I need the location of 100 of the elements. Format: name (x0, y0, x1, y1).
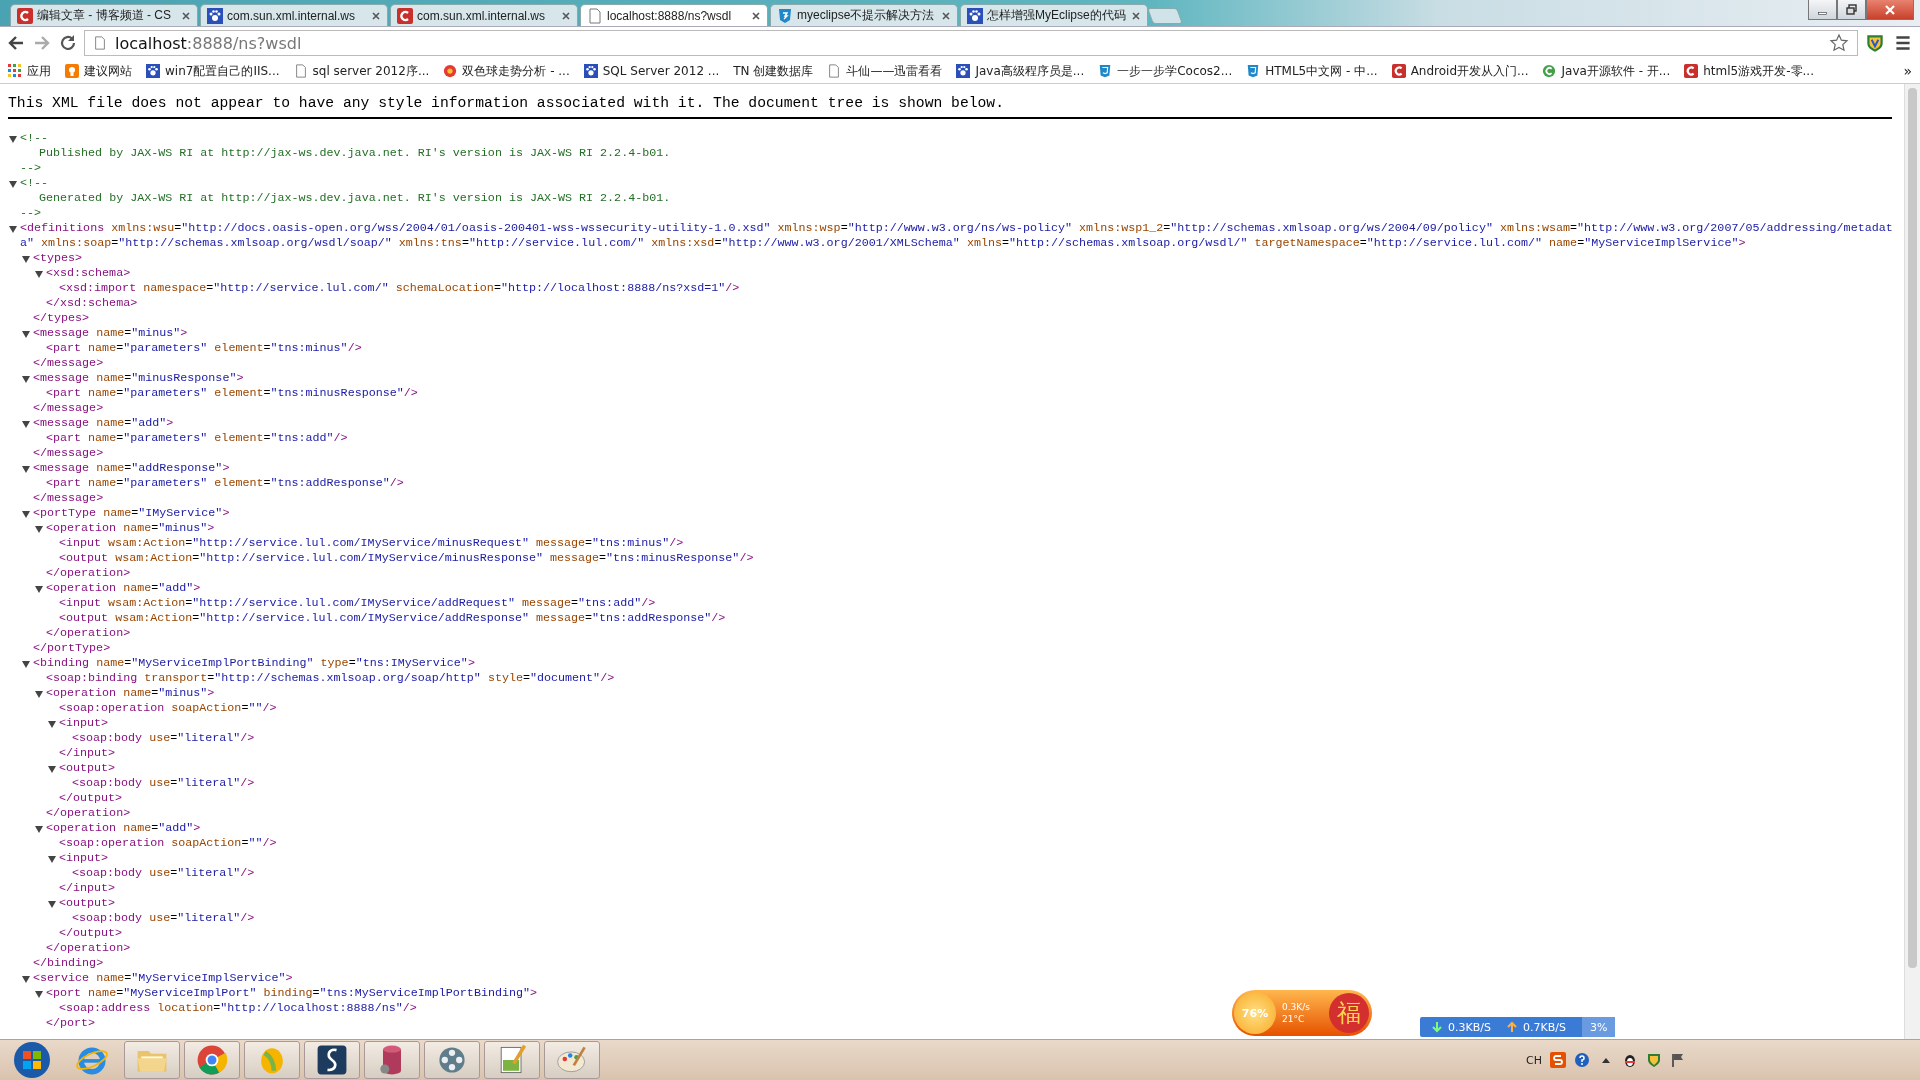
ball-icon (443, 64, 458, 78)
bookmark-item[interactable]: 一步一步学Cocos2... (1098, 62, 1233, 80)
address-bar[interactable]: localhost:8888/ns?wsdl (84, 30, 1858, 56)
xml-tag-line: <xsd:import namespace="http://service.lul.com/" schemaLocation="http://localhost:8888/ns?xsd=1"/> (59, 281, 740, 296)
notice-text: This XML file does not appear to have any style information associated with it. The document tree is shown below. (8, 94, 1005, 112)
browser-tab[interactable]: myeclipse不提示解决方法 (770, 4, 958, 26)
more-bookmarks-button[interactable]: » (1903, 63, 1912, 79)
paw-icon (956, 64, 971, 78)
close-icon[interactable] (1131, 10, 1141, 21)
xml-tag-line: </operation> (46, 626, 131, 641)
bookmark-item[interactable]: Android开发从入门... (1391, 62, 1529, 80)
bookmark-item[interactable]: SQL Server 2012 ... (583, 64, 720, 78)
browser-tab[interactable]: localhost:8888/ns?wsdl (580, 4, 768, 26)
minimize-button[interactable] (1808, 0, 1837, 20)
xml-tag-line: <message name="minusResponse"> (33, 371, 244, 386)
xml-tag-line: <port name="MyServiceImplPort" binding="tns:MyServiceImplPortBinding"> (46, 986, 537, 1001)
bookmark-item[interactable]: html5游戏开发-零... (1684, 62, 1814, 80)
bookmark-item[interactable]: Java开源软件 - 开... (1542, 62, 1671, 80)
xml-tag-line: </portType> (33, 641, 111, 656)
xml-tag-line: <output> (59, 761, 116, 776)
browser-tab[interactable]: 编辑文章 - 博客频道 - CS (10, 4, 198, 26)
language-indicator[interactable]: CH (1526, 1053, 1542, 1067)
xml-tag-line: <part name="parameters" element="tns:addResponse"/> (46, 476, 404, 491)
xml-tag-line: <input wsam:Action="http://service.lul.com/IMyService/addRequest" message="tns:add"/> (59, 596, 656, 611)
bookmark-item[interactable]: sql server 2012序... (293, 62, 430, 80)
close-icon[interactable] (941, 10, 951, 21)
bookmark-item[interactable]: win7配置自己的IIS... (146, 62, 280, 80)
browser-tab[interactable]: 怎样增强MyEclipse的代码 (960, 4, 1148, 26)
c-logo-icon (1684, 64, 1699, 78)
xml-tag-line: <xsd:schema> (46, 266, 131, 281)
restore-button[interactable] (1837, 0, 1866, 20)
close-icon[interactable] (561, 10, 571, 21)
taskbar-button[interactable] (364, 1041, 420, 1079)
comment-marker: <!-- (20, 176, 49, 191)
taskbar-button[interactable] (304, 1041, 360, 1079)
xml-tag-line: </output> (59, 926, 123, 941)
xml-tag-line: <message name="add"> (33, 416, 174, 431)
xml-tag-line: <service name="MyServiceImplService"> (33, 971, 293, 986)
restore-icon (1845, 3, 1858, 16)
xml-tag-line: </types> (33, 311, 90, 326)
xml-tag-line: <part name="parameters" element="tns:minusResponse"/> (46, 386, 418, 401)
bookmark-item[interactable]: 应用 (8, 62, 51, 80)
floating-widget[interactable]: 76% 0.3K/s 21°C 福 (1232, 990, 1372, 1036)
xml-tag-line: <input wsam:Action="http://service.lul.com/IMyService/minusRequest" message="tns:minus"/> (59, 536, 684, 551)
xml-tag-line: <soap:address location="http://localhost:8888/ns"/> (59, 1001, 417, 1016)
xml-tag-line: <operation name="minus"> (46, 686, 215, 701)
c-logo-icon (1391, 64, 1406, 78)
apps-grid-icon (8, 64, 22, 78)
star-icon[interactable] (1829, 33, 1849, 53)
xml-tag-line: </operation> (46, 566, 131, 581)
xml-tag-line: <types> (33, 251, 83, 266)
close-button[interactable] (1866, 0, 1914, 20)
xml-tag-line: </binding> (33, 956, 104, 971)
help-icon[interactable] (1574, 1052, 1590, 1068)
bookmark-item[interactable]: TN 创建数据库 (733, 62, 814, 80)
xml-tag-line: </input> (59, 746, 116, 761)
shield-icon[interactable] (1864, 32, 1886, 54)
flag-icon[interactable] (1670, 1052, 1686, 1068)
xml-tag-line: </operation> (46, 806, 131, 821)
xml-tag-line: </input> (59, 881, 116, 896)
bookmark-item[interactable]: 双色球走势分析 - ... (443, 62, 570, 80)
xml-tag-line: <soap:body use="literal"/> (72, 776, 255, 791)
html5-shield-icon (1098, 64, 1113, 78)
down-arrow-icon (1432, 1021, 1442, 1033)
xml-tag-line: </output> (59, 791, 123, 806)
url-text: localhost:8888/ns?wsdl (115, 33, 303, 53)
browser-tab[interactable]: com.sun.xml.internal.ws (390, 4, 578, 26)
browser-tab[interactable]: com.sun.xml.internal.ws (200, 4, 388, 26)
comment-text: Published by JAX-WS RI at http://jax-ws.dev.java.net. RI's version is JAX-WS RI 2.2.4-b01. (38, 146, 671, 161)
reload-icon[interactable] (58, 33, 78, 53)
comment-marker: --> (20, 206, 42, 221)
up-arrow-icon (1506, 1021, 1517, 1033)
network-monitor-bar[interactable]: 0.3KB/S 0.7KB/S 3% (1420, 1017, 1616, 1037)
bookmark-item[interactable]: HTML5中文网 - 中... (1246, 62, 1378, 80)
paw-icon (207, 7, 223, 24)
xml-tag-line: <part name="parameters" element="tns:minus"/> (46, 341, 362, 356)
bookmark-item[interactable]: Java高级程序员是... (956, 62, 1085, 80)
windows-logo-icon (12, 1040, 52, 1080)
xml-tag-line: <soap:body use="literal"/> (72, 866, 255, 881)
bookmark-item[interactable]: 建议网站 (65, 62, 132, 80)
xml-tag-line: <portType name="IMyService"> (33, 506, 230, 521)
c-logo-icon (17, 7, 33, 24)
temperature-text: 21°C (1282, 1014, 1306, 1024)
xml-tag-line: <soap:binding transport="http://schemas.xmlsoap.org/soap/http" style="document"/> (46, 671, 615, 686)
xml-tag-line: <soap:operation soapAction=""/> (59, 701, 277, 716)
scrollbar[interactable] (1904, 84, 1920, 1039)
input-method-icon[interactable] (1550, 1052, 1566, 1068)
xml-tag-line: <soap:body use="literal"/> (72, 731, 255, 746)
cpu-usage: 3% (1581, 1017, 1616, 1037)
close-icon[interactable] (181, 10, 191, 21)
shield-icon[interactable] (1646, 1052, 1662, 1068)
page-icon (587, 7, 603, 24)
close-icon[interactable] (371, 10, 381, 21)
charm-badge: 福 (1329, 993, 1369, 1033)
download-speed: 0.3KB/S (1448, 1020, 1491, 1034)
bookmark-item[interactable]: 斗仙——迅雷看看 (827, 62, 943, 80)
close-icon[interactable] (751, 10, 761, 21)
paw-icon (146, 64, 160, 78)
speed-text: 0.3K/s (1282, 1002, 1311, 1012)
paw-icon (583, 64, 598, 78)
